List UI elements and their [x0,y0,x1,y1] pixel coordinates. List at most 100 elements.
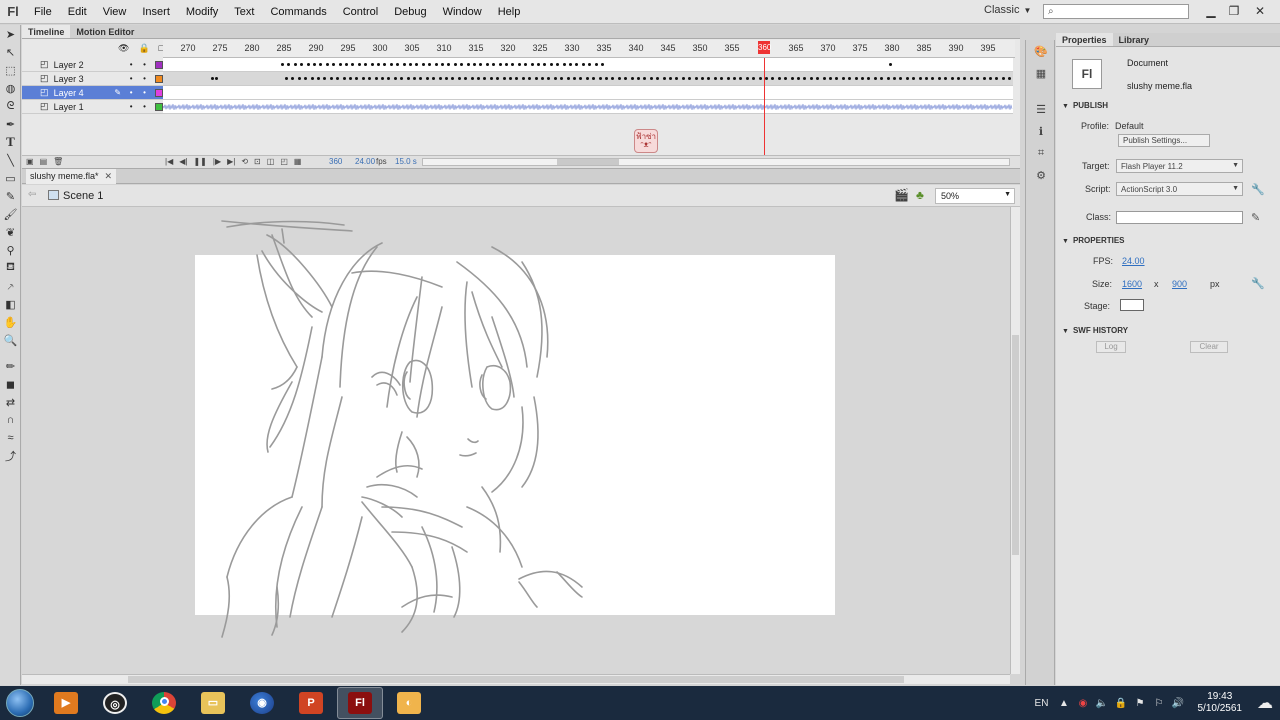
keyframe[interactable] [592,77,596,80]
keyframe[interactable] [345,63,348,66]
fps-readout[interactable]: 24.00 [355,157,375,166]
keyframe[interactable] [313,63,316,66]
keyframe[interactable] [489,77,493,80]
close-icon[interactable]: ✕ [105,171,113,181]
workspace-switcher[interactable]: Classic ▼ [984,4,1031,16]
keyframe[interactable] [601,63,604,66]
keyframe[interactable] [745,77,749,80]
keyframe[interactable] [643,77,647,80]
taskbar-app-chrome[interactable] [141,687,187,719]
keyframe[interactable] [889,63,892,66]
keyframe[interactable] [950,77,954,80]
keyframe[interactable] [675,77,679,80]
keyframe[interactable] [899,77,903,80]
keyframe[interactable] [393,77,397,80]
keyframe[interactable] [370,63,374,66]
line-tool[interactable]: ╲ [0,151,21,169]
pencil-tool[interactable]: ✎ [0,187,21,205]
keyframe[interactable] [409,63,412,66]
wrench-icon[interactable]: 🔧 [1251,183,1265,196]
frame-row[interactable] [163,72,1013,86]
keyframe[interactable] [466,63,470,66]
keyframe[interactable] [310,77,314,80]
layer-row[interactable]: ◰ Layer 4 ✎ • • [22,86,163,100]
keyframe[interactable] [579,77,583,80]
keyframe[interactable] [662,77,666,80]
height-value[interactable]: 900 [1172,279,1187,289]
components-panel-button[interactable]: ⚙ [1026,164,1056,186]
current-frame-readout[interactable]: 360 [329,157,342,166]
speaker-icon[interactable]: 🔈 [1093,698,1112,709]
swap-colors[interactable]: ⇄ [0,393,21,411]
menu-insert[interactable]: Insert [134,0,178,24]
keyframe[interactable] [413,77,416,80]
pencil-icon[interactable]: ✎ [1251,211,1260,224]
loop-icon[interactable]: ⟲ [241,157,248,166]
keyframe[interactable] [905,77,909,80]
keyframe[interactable] [428,63,432,66]
keyframe[interactable] [541,77,544,80]
keyframe[interactable] [317,77,320,80]
taskbar-app-paint[interactable]: ◐ [386,687,432,719]
keyframe[interactable] [880,77,884,80]
visibility-toggle[interactable]: • [124,88,137,97]
keyframe[interactable] [669,77,672,80]
keyframe[interactable] [304,77,308,80]
keyframe[interactable] [841,77,845,80]
taskbar-app-powerpoint[interactable]: P [288,687,334,719]
keyframe[interactable] [797,77,800,80]
lock-toggle[interactable]: • [138,60,151,69]
menu-edit[interactable]: Edit [60,0,95,24]
keyframe[interactable] [355,77,359,80]
keyframe[interactable] [421,63,425,66]
keyframe[interactable] [861,77,864,80]
keyframe[interactable] [329,77,333,80]
keyframe[interactable] [588,63,592,66]
keyframe[interactable] [211,77,214,80]
keyframe[interactable] [396,63,400,66]
keyframe[interactable] [995,77,999,80]
layer-name[interactable]: Layer 4 [54,88,111,98]
keyframe[interactable] [357,63,361,66]
keyframe[interactable] [338,63,342,66]
lock-icon[interactable]: 🔒 [138,43,149,54]
keyframe[interactable] [215,77,218,80]
keyframe[interactable] [325,63,329,66]
taskbar-app-explorer[interactable]: ▭ [190,687,236,719]
keyframe[interactable] [406,77,410,80]
keyframe[interactable] [530,63,534,66]
3d-rotation-tool[interactable]: ◍ [0,79,21,97]
keyframe[interactable] [886,77,890,80]
snap-to-objects[interactable]: ∩ [0,411,21,429]
keyframe[interactable] [521,77,525,80]
keyframe[interactable] [982,77,986,80]
keyframe[interactable] [611,77,615,80]
zoom-tool[interactable]: 🔍 [0,331,21,349]
menu-view[interactable]: View [95,0,135,24]
keyframe[interactable] [569,63,572,66]
layer-name[interactable]: Layer 3 [54,74,111,84]
keyframe[interactable] [368,77,372,80]
stage-vscrollbar[interactable] [1010,207,1020,674]
keyframe[interactable] [758,77,762,80]
keyframe[interactable] [649,77,653,80]
record-icon[interactable]: ◉ [1074,698,1093,709]
tab-library[interactable]: Library [1113,33,1156,46]
start-button[interactable] [0,686,40,720]
close-button[interactable]: ✕ [1248,2,1272,20]
smooth-option[interactable]: ≈ [0,429,21,447]
keyframe[interactable] [319,63,323,66]
keyframe[interactable] [822,77,826,80]
keyframe[interactable] [300,63,304,66]
rectangle-tool[interactable]: ▭ [0,169,21,187]
keyframe[interactable] [829,77,832,80]
keyframe[interactable] [402,63,406,66]
keyframe[interactable] [976,77,980,80]
prev-frame-icon[interactable]: ◀| [179,157,187,166]
layer-outline-color[interactable] [155,60,163,69]
keyframe[interactable] [944,77,948,80]
center-frame-icon[interactable]: ⊡ [254,157,261,166]
scroll-thumb[interactable] [128,676,904,683]
keyframe[interactable] [688,77,692,80]
taskbar-app-media-player[interactable]: ▶ [43,687,89,719]
